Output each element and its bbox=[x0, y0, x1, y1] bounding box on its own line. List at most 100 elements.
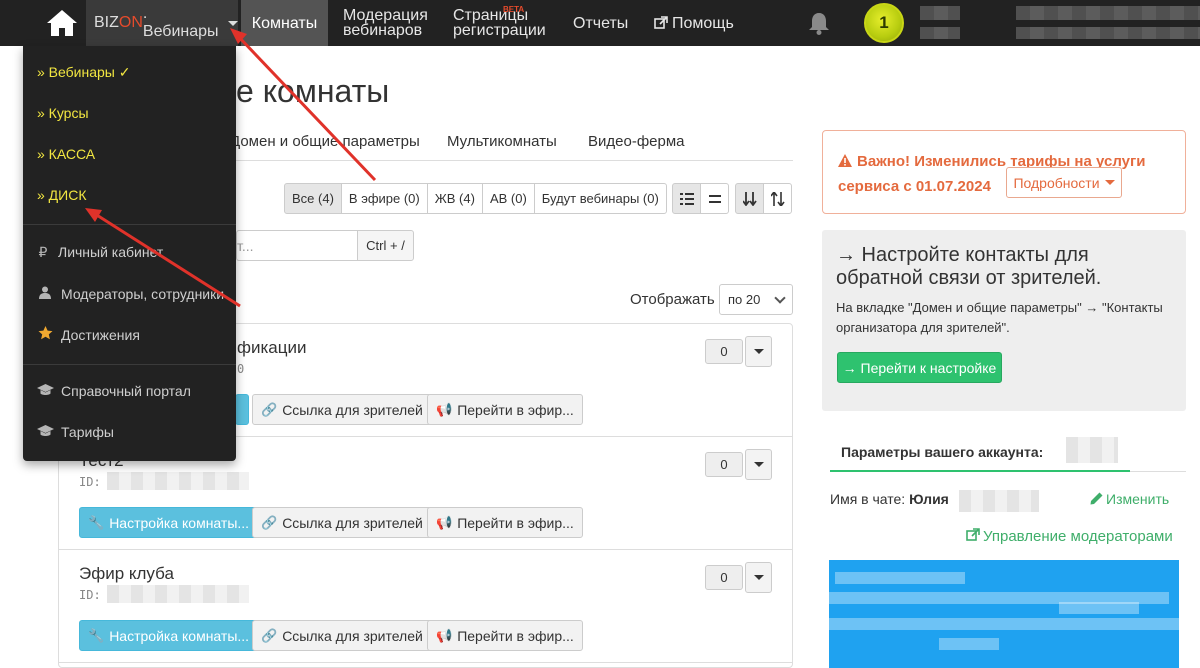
link-icon: 🔗 bbox=[261, 514, 278, 530]
room-viewer-count: 0 bbox=[705, 452, 743, 477]
sort-desc-icon[interactable] bbox=[735, 183, 764, 214]
room-viewer-count: 0 bbox=[705, 565, 743, 590]
external-link-icon bbox=[966, 528, 980, 541]
nav-moderation-line2: вебинаров bbox=[343, 22, 423, 39]
external-link-icon bbox=[654, 16, 668, 29]
account-params-label: Параметры вашего аккаунта: bbox=[841, 444, 1044, 460]
star-icon bbox=[37, 326, 53, 343]
room-id: 0 bbox=[237, 362, 245, 376]
sort-asc-icon[interactable] bbox=[763, 183, 792, 214]
room-filter-group: Все (4) В эфире (0) ЖВ (4) АВ (0) Будут … bbox=[284, 183, 667, 214]
beta-badge: BETA bbox=[503, 5, 525, 14]
page-title: е комнаты bbox=[236, 73, 390, 109]
nav-moderation[interactable]: Модерация вебинаров bbox=[343, 0, 438, 46]
room-settings-button[interactable]: 🔧 Настройка комнаты... bbox=[79, 507, 259, 538]
list-compact-icon[interactable] bbox=[700, 183, 729, 214]
go-live-label: Перейти в эфир... bbox=[457, 514, 574, 531]
room-settings-label: Настройка комнаты... bbox=[109, 627, 250, 644]
brand-dropdown-toggle[interactable]: BIZ ON. Вебинары bbox=[86, 0, 238, 46]
per-page-value: по 20 bbox=[728, 292, 761, 307]
tab-domain[interactable]: Домен и общие параметры bbox=[230, 133, 420, 150]
manage-moderators-link[interactable]: Управление модераторами bbox=[966, 528, 1173, 545]
nav-rooms[interactable]: Комнаты bbox=[241, 0, 328, 46]
go-live-button[interactable]: 📢 Перейти в эфир... bbox=[427, 394, 583, 425]
menu-item-moderators[interactable]: Модераторы, сотрудники bbox=[37, 286, 224, 302]
filter-all[interactable]: Все (4) bbox=[284, 183, 342, 214]
room-search-input[interactable]: т... bbox=[236, 230, 358, 261]
top-navbar: BIZ ON. Вебинары Комнаты Модерация вебина… bbox=[0, 0, 1200, 46]
menu-item-kassa-label: » КАССА bbox=[37, 146, 96, 162]
go-live-button[interactable]: 📢 Перейти в эфир... bbox=[427, 620, 583, 651]
chat-name-row: Имя в чате: Юлия bbox=[830, 491, 949, 507]
level-badge[interactable]: 1 bbox=[864, 3, 904, 43]
list-detailed-icon[interactable] bbox=[672, 183, 701, 214]
blurred-room-id bbox=[107, 585, 249, 603]
user-icon bbox=[37, 286, 53, 302]
room-id-label: ID: bbox=[79, 475, 101, 489]
viewer-link-label: Ссылка для зрителей bbox=[282, 401, 423, 418]
bell-icon[interactable] bbox=[806, 10, 832, 36]
brand-prefix: BIZ bbox=[94, 14, 119, 31]
menu-item-courses[interactable]: » Курсы bbox=[37, 105, 89, 121]
chat-name-value: Юлия bbox=[909, 491, 949, 507]
viewer-link-button[interactable]: 🔗 Ссылка для зрителей bbox=[252, 394, 432, 425]
filter-zhv[interactable]: ЖВ (4) bbox=[426, 183, 483, 214]
menu-item-achievements[interactable]: Достижения bbox=[37, 326, 140, 343]
menu-item-disk-label: » ДИСК bbox=[37, 187, 87, 203]
home-icon[interactable] bbox=[42, 3, 82, 43]
blurred-chat-surname bbox=[959, 490, 1039, 512]
tab-video-farm[interactable]: Видео-ферма bbox=[588, 133, 685, 150]
menu-item-tariffs-label: Тарифы bbox=[61, 424, 114, 440]
brand-on: ON bbox=[118, 14, 143, 31]
room-settings-button[interactable]: 🔧 Настройка комнаты... bbox=[79, 620, 259, 651]
graduation-cap-icon bbox=[37, 424, 54, 440]
blurred-text bbox=[939, 638, 999, 650]
level-badge-value: 1 bbox=[879, 13, 889, 32]
alert-details-label: Подробности bbox=[1013, 174, 1100, 191]
caret-down-icon bbox=[753, 575, 764, 580]
nav-help[interactable]: Помощь bbox=[654, 0, 734, 46]
filter-av[interactable]: АВ (0) bbox=[481, 183, 535, 214]
room-actions-toggle[interactable] bbox=[745, 336, 772, 367]
menu-item-webinars[interactable]: » Вебинары ✓ bbox=[37, 64, 130, 81]
tariff-alert: Важно! Изменились тарифы на услуги серви… bbox=[822, 130, 1186, 214]
wrench-icon: 🔧 bbox=[88, 514, 105, 530]
filter-upcoming[interactable]: Будут вебинары (0) bbox=[533, 183, 667, 214]
menu-item-disk[interactable]: » ДИСК bbox=[37, 187, 87, 203]
menu-item-tariffs[interactable]: Тарифы bbox=[37, 424, 114, 440]
contacts-setup-title: → Настройте контакты для обратной связи … bbox=[836, 244, 1102, 289]
edit-chat-name-link[interactable]: Изменить bbox=[1090, 491, 1169, 507]
room-settings-button[interactable] bbox=[235, 394, 249, 425]
viewer-link-button[interactable]: 🔗 Ссылка для зрителей bbox=[252, 620, 432, 651]
blurred-user-info-2 bbox=[1016, 27, 1200, 39]
go-to-setup-button[interactable]: → Перейти к настройке bbox=[837, 352, 1002, 383]
menu-item-moderators-label: Модераторы, сотрудники bbox=[61, 286, 225, 302]
warning-icon bbox=[838, 154, 852, 167]
chevron-down-icon bbox=[774, 291, 786, 304]
sort-order-group bbox=[735, 183, 792, 214]
blurred-account-id bbox=[1066, 437, 1118, 463]
menu-item-webinars-label: » Вебинары bbox=[37, 64, 115, 80]
menu-item-help-portal[interactable]: Справочный портал bbox=[37, 383, 191, 399]
room-settings-label: Настройка комнаты... bbox=[109, 514, 250, 531]
nav-registration-line2: регистрации bbox=[453, 22, 546, 39]
room-name: фикации bbox=[237, 338, 307, 357]
per-page-select[interactable]: по 20 bbox=[719, 284, 793, 315]
graduation-cap-icon bbox=[37, 383, 54, 399]
tabs-divider bbox=[1130, 471, 1186, 472]
alert-details-button[interactable]: Подробности bbox=[1006, 167, 1122, 198]
menu-item-courses-label: » Курсы bbox=[37, 105, 89, 121]
room-actions-toggle[interactable] bbox=[745, 449, 772, 480]
nav-reports[interactable]: Отчеты bbox=[573, 0, 628, 46]
tab-multirooms[interactable]: Мультикомнаты bbox=[447, 133, 557, 150]
blurred-info-banner bbox=[829, 560, 1179, 668]
filter-live[interactable]: В эфире (0) bbox=[340, 183, 428, 214]
blurred-text bbox=[835, 572, 965, 584]
nav-rooms-label: Комнаты bbox=[251, 14, 318, 32]
room-actions-toggle[interactable] bbox=[745, 562, 772, 593]
nav-registration-pages[interactable]: BETA Страницы регистрации bbox=[453, 0, 558, 46]
viewer-link-button[interactable]: 🔗 Ссылка для зрителей bbox=[252, 507, 432, 538]
menu-item-account[interactable]: ₽ Личный кабинет bbox=[37, 244, 164, 261]
go-live-button[interactable]: 📢 Перейти в эфир... bbox=[427, 507, 583, 538]
menu-item-kassa[interactable]: » КАССА bbox=[37, 146, 95, 162]
